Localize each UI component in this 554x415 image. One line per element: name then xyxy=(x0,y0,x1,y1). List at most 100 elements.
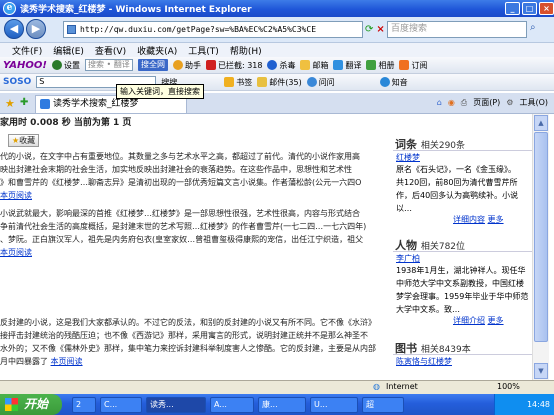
antivirus-icon xyxy=(267,60,278,70)
yahoo-logo[interactable]: YAHOO! xyxy=(3,60,47,71)
search-icon[interactable]: ⌕ xyxy=(530,22,536,33)
favorites-star-icon[interactable]: ★ xyxy=(5,97,15,110)
menu-bar: 文件(F) 编辑(E) 查看(V) 收藏夹(A) 工具(T) 帮助(H) xyxy=(0,43,554,57)
zhiyin-icon xyxy=(379,77,390,87)
internet-zone-icon: ◍ xyxy=(373,382,380,391)
yahoo-helper[interactable]: 助手 xyxy=(185,60,201,71)
menu-view[interactable]: 查看(V) xyxy=(95,44,126,57)
search-placeholder: 百度搜索 xyxy=(391,24,428,34)
minimize-button[interactable]: _ xyxy=(505,2,520,15)
result-2-line: 、梦阮。正白旗汉军人，祖先是内务府包衣(皇室家奴…曾祖曹玺极得康熙的宠信，出任江… xyxy=(0,235,364,244)
menu-favorites[interactable]: 收藏夹(A) xyxy=(137,44,177,57)
yahoo-antivirus[interactable]: 杀毒 xyxy=(279,60,295,71)
scroll-down-icon[interactable]: ▼ xyxy=(534,363,548,379)
task-item-active[interactable]: 读秀... xyxy=(146,397,206,413)
result-2-line: 争前清代社会生活的高度概括，是封建末世的艺术写照…红楼梦》的作者曹雪芹(一七二四… xyxy=(0,222,367,231)
settings-icon xyxy=(51,60,62,70)
address-url: http://qw.duxiu.com/getPage?sw=%BA%EC%C2… xyxy=(80,25,317,34)
scroll-up-icon[interactable]: ▲ xyxy=(534,115,548,131)
rss-icon xyxy=(399,60,410,70)
yahoo-album[interactable]: 相册 xyxy=(378,60,394,71)
wenwen-icon xyxy=(306,77,317,87)
back-button[interactable]: ◀ xyxy=(4,19,24,39)
entry-detail-link[interactable]: 详细内容 xyxy=(453,215,485,224)
refresh-icon[interactable]: ⟳ xyxy=(365,24,373,35)
read-page-link-2[interactable]: 本页阅读 xyxy=(0,248,32,257)
yahoo-rss[interactable]: 订阅 xyxy=(411,60,427,71)
forward-button[interactable]: ▶ xyxy=(26,19,46,39)
result-3-line: 接抨击封建统治的残酷压迫；也不像《西游记》那样，采用寓言的形式，说明封建正统并不… xyxy=(0,331,368,340)
windows-flag-icon xyxy=(5,398,18,411)
result-summary: 家用时 0.008 秒 当前为第 1 页 xyxy=(0,118,132,128)
yahoo-translate[interactable]: 翻译 xyxy=(345,60,361,71)
yahoo-toolbar: YAHOO! 设置 搜索 • 翻译 搜全网 助手 已拦截: 318 杀毒 邮箱 … xyxy=(0,57,554,74)
scroll-thumb[interactable] xyxy=(534,132,548,342)
zoom-level[interactable]: 100% xyxy=(497,382,520,391)
yahoo-search-input[interactable]: 搜索 • 翻译 xyxy=(84,59,133,71)
status-bar: ◍ Internet 100% xyxy=(0,380,554,394)
close-button[interactable]: × xyxy=(539,2,554,15)
soso-mail-icon xyxy=(257,77,268,87)
soso-wenwen[interactable]: 问问 xyxy=(319,77,335,88)
person-detail-link[interactable]: 详细介绍 xyxy=(453,316,485,325)
clock[interactable]: 14:48 xyxy=(527,400,550,409)
status-zone: Internet xyxy=(386,382,418,391)
menu-tools[interactable]: 工具(T) xyxy=(188,44,219,57)
task-item[interactable]: U... xyxy=(310,397,358,413)
knowledge-sidebar: 词条 相关290条 红楼梦 原名《石头记》，一名《金玉缘》。 共120回，前80回… xyxy=(393,114,532,380)
entry-link[interactable]: 红楼梦 xyxy=(396,153,420,162)
soso-logo[interactable]: SOSO xyxy=(3,77,31,87)
result-3-line: 水外的；又不像《儒林外史》那样，集中笔力来控诉封建科举制度害人之惨酷。它的反封建… xyxy=(0,344,376,353)
search-tooltip: 输入关键词，直接搜索 xyxy=(116,84,204,99)
soso-bookmarks[interactable]: 书签 xyxy=(236,77,252,88)
task-item[interactable]: 超 xyxy=(362,397,404,413)
book-link[interactable]: 陈寅恪与红楼梦 xyxy=(396,357,452,366)
vertical-scrollbar[interactable]: ▲ ▼ xyxy=(532,114,549,380)
result-3-tail: 月中四暴露了 xyxy=(0,357,48,366)
stop-icon[interactable]: × xyxy=(376,24,384,35)
feeds-icon[interactable]: ◉ xyxy=(448,98,455,107)
address-input[interactable]: http://qw.duxiu.com/getPage?sw=%BA%EC%C2… xyxy=(63,21,363,38)
result-1-line: 代的小说，在文字中占有重要地位。其数量之多与艺术水平之高，都超过了前代。清代的小… xyxy=(0,152,360,161)
translate-icon xyxy=(333,60,344,70)
yahoo-blocked[interactable]: 已拦截: 318 xyxy=(218,60,263,71)
window-title-bar[interactable]: e 读秀学术搜索_红楼梦 - Windows Internet Explorer… xyxy=(0,0,554,17)
entry-more-link[interactable]: 更多 xyxy=(488,215,504,224)
person-more-link[interactable]: 更多 xyxy=(488,316,504,325)
yahoo-search-button[interactable]: 搜全网 xyxy=(137,59,168,71)
maximize-button[interactable]: □ xyxy=(522,2,537,15)
read-page-link-3[interactable]: 本页阅读 xyxy=(51,357,83,366)
soso-zhiyin[interactable]: 知音 xyxy=(392,77,408,88)
home-icon[interactable]: ⌂ xyxy=(437,98,442,107)
window-title: 读秀学术搜索_红楼梦 - Windows Internet Explorer xyxy=(20,5,252,15)
system-tray: 14:48 xyxy=(494,394,554,415)
entry-text: 原名《石头记》，一名《金玉缘》。 共120回，前80回为清代曹雪芹所 作，后40回多… xyxy=(396,165,519,213)
print-icon[interactable]: ⎙ xyxy=(461,98,467,108)
menu-edit[interactable]: 编辑(E) xyxy=(53,44,84,57)
album-icon xyxy=(366,60,377,70)
tools-menu[interactable]: 工具(O) xyxy=(519,97,548,108)
start-button[interactable]: 开始 xyxy=(0,394,62,415)
read-page-link-1[interactable]: 本页阅读 xyxy=(0,191,32,200)
page-content: 家用时 0.008 秒 当前为第 1 页 ★收藏 代的小说，在文字中占有重要地位… xyxy=(0,114,532,380)
page-icon xyxy=(67,25,76,34)
task-item[interactable]: C... xyxy=(100,397,142,413)
task-item[interactable]: 2 xyxy=(72,397,96,413)
task-item[interactable]: A... xyxy=(210,397,254,413)
person-link[interactable]: 李广柏 xyxy=(396,254,420,263)
address-actions: ⟳ × xyxy=(365,22,385,37)
soso-mail[interactable]: 邮件(35) xyxy=(269,77,301,88)
task-item[interactable]: 康... xyxy=(258,397,306,413)
result-1-line: 》和曹雪芹的《红楼梦…聊斋志异》是清初出现的一部优秀短篇文言小说集。作者蒲松龄(… xyxy=(0,178,362,187)
menu-help[interactable]: 帮助(H) xyxy=(230,44,262,57)
menu-file[interactable]: 文件(F) xyxy=(12,44,42,57)
page-menu[interactable]: 页面(P) xyxy=(473,97,500,108)
yahoo-settings[interactable]: 设置 xyxy=(64,60,80,71)
mail-icon xyxy=(300,60,311,70)
result-2-line: 小说武就最大，影响最深的首推《红楼梦…红楼梦》是一部思想性很强，艺术性很高，内容… xyxy=(0,209,360,218)
yahoo-mail[interactable]: 邮箱 xyxy=(312,60,328,71)
result-3-line: 反封建的小说，这是我们大家都承认的。不过它的反法，和别的反封建的小说又有所不同。… xyxy=(0,318,376,327)
collect-button-1[interactable]: ★收藏 xyxy=(8,134,40,147)
search-input[interactable]: 百度搜索 xyxy=(387,21,527,38)
add-favorite-icon[interactable]: ✚ xyxy=(20,97,28,108)
